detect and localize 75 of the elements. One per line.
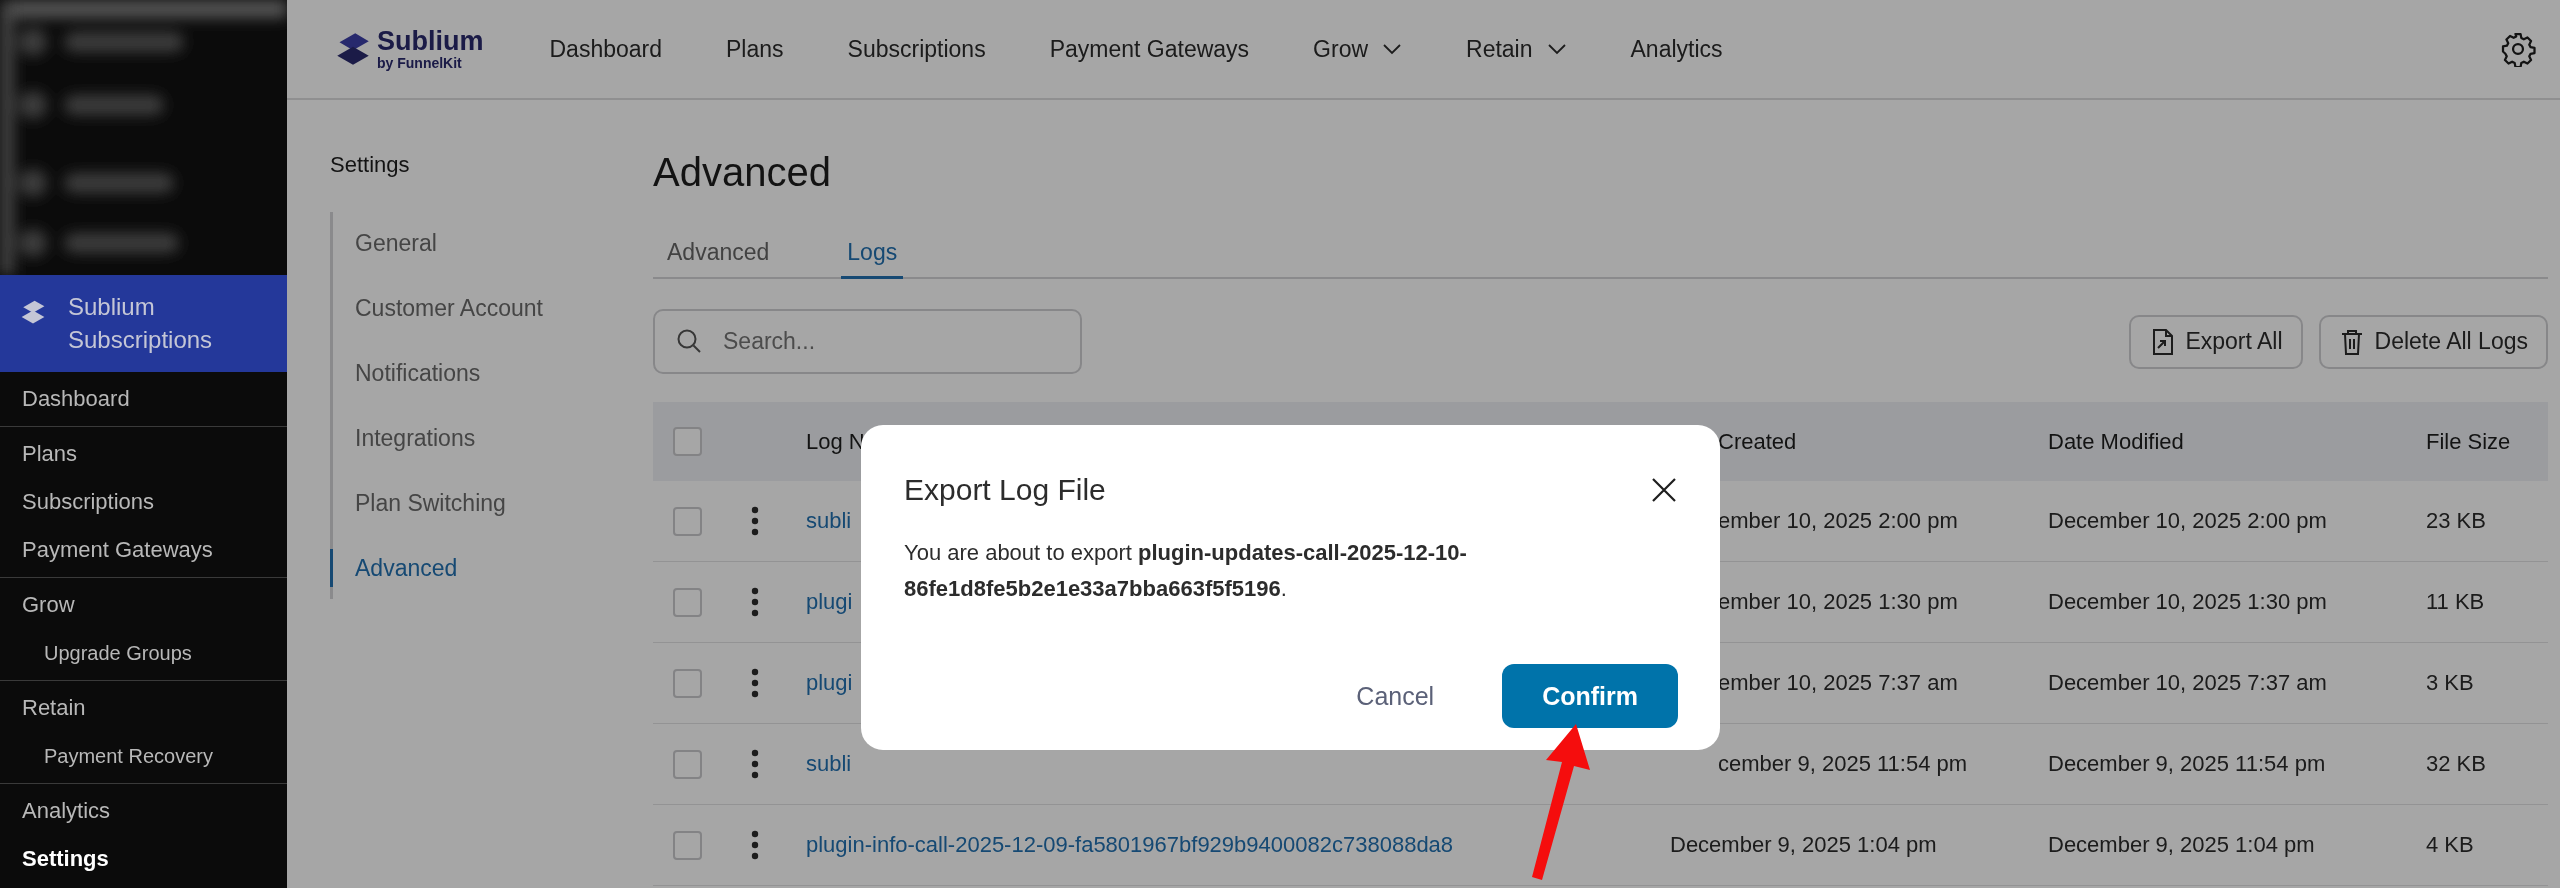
date-created-cell: ember 10, 2025 1:30 pm bbox=[1718, 589, 1958, 615]
nav-item[interactable]: Subscriptions bbox=[847, 31, 986, 67]
dialog-title: Export Log File bbox=[904, 473, 1106, 507]
nav-item[interactable]: Plans bbox=[726, 31, 784, 67]
admin-menu-item[interactable]: Grow bbox=[0, 581, 287, 629]
date-created-cell: December 9, 2025 1:04 pm bbox=[1670, 832, 1937, 858]
chevron-down-icon bbox=[1546, 43, 1567, 55]
log-file-link[interactable]: subli bbox=[806, 508, 852, 534]
file-size-cell: 32 KB bbox=[2426, 751, 2486, 777]
column-header: File Size bbox=[2426, 428, 2511, 455]
checkbox[interactable] bbox=[673, 749, 702, 779]
admin-submenu-item[interactable]: Upgrade Groups bbox=[0, 629, 287, 677]
close-icon[interactable] bbox=[1650, 476, 1678, 504]
settings-nav-item[interactable]: Notifications bbox=[330, 354, 653, 392]
date-modified-cell: December 10, 2025 7:37 am bbox=[2048, 670, 2327, 696]
more-options-icon[interactable] bbox=[751, 587, 759, 617]
more-options-icon[interactable] bbox=[751, 506, 759, 536]
file-size-cell: 4 KB bbox=[2426, 832, 2474, 858]
settings-nav-item[interactable]: Plan Switching bbox=[330, 484, 653, 522]
nav-item[interactable]: Grow bbox=[1313, 31, 1403, 67]
sublium-logo-icon bbox=[20, 299, 46, 325]
date-modified-cell: December 10, 2025 2:00 pm bbox=[2048, 508, 2327, 534]
dialog-message: You are about to export plugin-updates-call-2025-12-10-86fe1d8fe5b2e1e33a7bba663f5f5196. bbox=[904, 539, 1468, 603]
settings-heading: Settings bbox=[330, 152, 410, 178]
more-options-icon[interactable] bbox=[751, 749, 759, 779]
date-modified-cell: December 9, 2025 11:54 pm bbox=[2048, 751, 2326, 777]
confirm-button[interactable]: Confirm bbox=[1502, 664, 1678, 728]
brand-name: Sublium bbox=[377, 27, 484, 55]
checkbox[interactable] bbox=[673, 587, 702, 617]
admin-submenu-item[interactable]: Payment Recovery bbox=[0, 732, 287, 780]
log-file-link[interactable]: plugi bbox=[806, 670, 853, 696]
date-created-cell: cember 9, 2025 11:54 pm bbox=[1718, 751, 1968, 777]
file-size-cell: 3 KB bbox=[2426, 670, 2474, 696]
tab[interactable]: Advanced bbox=[661, 239, 776, 279]
settings-nav-item[interactable]: Customer Account bbox=[330, 289, 653, 327]
search-field[interactable]: Search... bbox=[653, 309, 1082, 374]
admin-menu-item[interactable]: Settings bbox=[0, 835, 287, 883]
admin-menu-item[interactable]: Dashboard bbox=[0, 375, 287, 423]
date-created-cell: ember 10, 2025 7:37 am bbox=[1718, 670, 1958, 696]
more-options-icon[interactable] bbox=[751, 668, 759, 698]
log-file-link[interactable]: subli bbox=[806, 751, 852, 777]
tab[interactable]: Logs bbox=[841, 239, 904, 279]
column-header: Created bbox=[1718, 428, 1797, 455]
search-icon bbox=[675, 327, 703, 355]
date-created-cell: ember 10, 2025 2:00 pm bbox=[1718, 508, 1958, 534]
checkbox[interactable] bbox=[673, 427, 702, 456]
admin-menu-item[interactable]: Payment Gateways bbox=[0, 526, 287, 574]
delete-all-button[interactable]: Delete All Logs bbox=[2318, 314, 2548, 369]
file-size-cell: 11 KB bbox=[2426, 589, 2485, 615]
settings-icon[interactable] bbox=[2500, 31, 2536, 67]
date-modified-cell: December 9, 2025 1:04 pm bbox=[2048, 832, 2315, 858]
column-header: Date Modified bbox=[2048, 428, 2184, 455]
export-all-button[interactable]: Export All bbox=[2129, 314, 2303, 369]
file-size-cell: 23 KB bbox=[2426, 508, 2486, 534]
nav-item[interactable]: Payment Gateways bbox=[1049, 31, 1250, 67]
date-modified-cell: December 10, 2025 1:30 pm bbox=[2048, 589, 2327, 615]
admin-menu-item[interactable]: Subscriptions bbox=[0, 478, 287, 526]
page-title: Advanced bbox=[653, 150, 831, 195]
nav-item[interactable]: Analytics bbox=[1630, 31, 1723, 67]
brand-byline: by FunnelKit bbox=[377, 54, 463, 71]
log-file-link[interactable]: plugi bbox=[806, 589, 853, 615]
checkbox[interactable] bbox=[673, 830, 702, 860]
nav-item[interactable]: Retain bbox=[1466, 31, 1567, 67]
settings-nav-item[interactable]: General bbox=[330, 224, 653, 262]
checkbox[interactable] bbox=[673, 506, 702, 536]
chevron-down-icon bbox=[1382, 43, 1403, 55]
more-options-icon[interactable] bbox=[751, 830, 759, 860]
settings-nav-item[interactable]: Integrations bbox=[330, 419, 653, 457]
admin-menu-item[interactable]: Analytics bbox=[0, 787, 287, 835]
settings-nav-item[interactable]: Advanced bbox=[330, 549, 653, 587]
admin-menu-item[interactable]: Retain bbox=[0, 684, 287, 732]
checkbox[interactable] bbox=[673, 668, 702, 698]
admin-menu-item[interactable]: Plans bbox=[0, 430, 287, 478]
nav-item[interactable]: Dashboard bbox=[549, 31, 663, 67]
log-file-link[interactable]: plugin-info-call-2025-12-09-fa5801967bf929b9400082c738088da8 bbox=[806, 832, 1454, 858]
